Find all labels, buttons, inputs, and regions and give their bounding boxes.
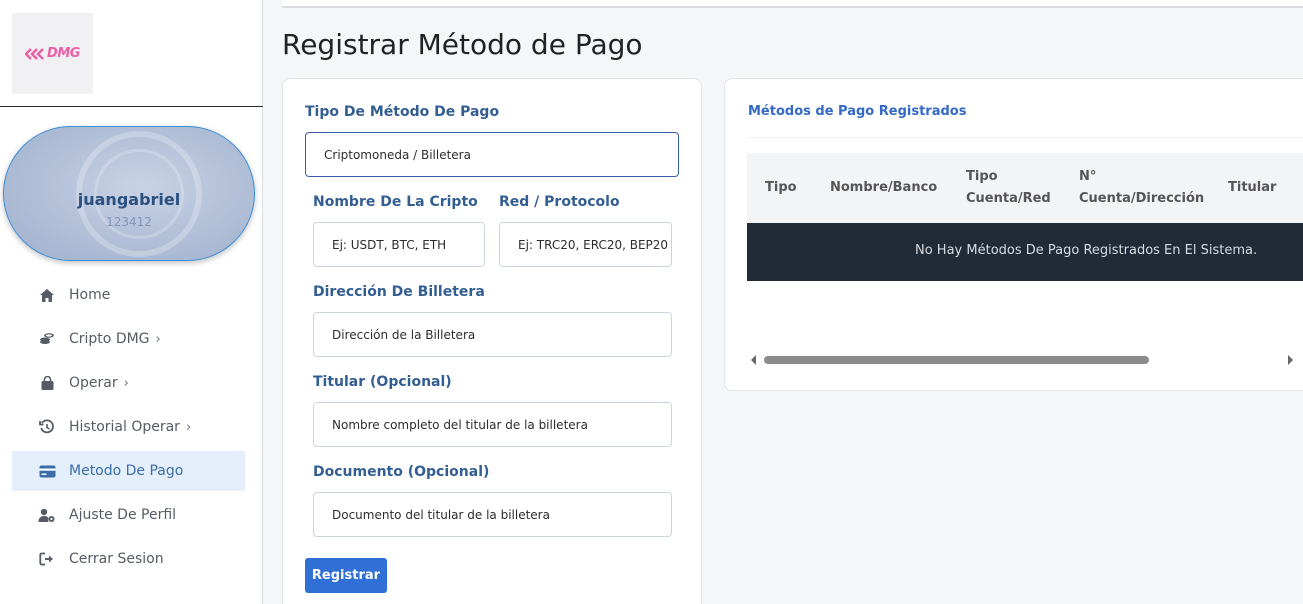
red-label: Red / Protocolo [499,194,620,210]
column-header-nombre-banco: Nombre/Banco [830,180,938,195]
home-icon [38,286,56,304]
top-bar [282,0,1303,8]
sidebar-item-label: Operar [69,375,118,391]
scroll-right-arrow-icon[interactable] [1288,355,1293,365]
logo-divider [0,106,263,107]
register-button[interactable]: Registrar [305,558,387,593]
tipo-select[interactable]: Criptomoneda / Billetera [305,132,679,177]
red-protocolo-input[interactable]: Ej: TRC20, ERC20, BEP20 [499,222,672,267]
chevron-right-icon: › [155,331,161,347]
sidebar-item-cerrar-sesion[interactable]: Cerrar Sesion [12,539,245,579]
titular-input[interactable]: Nombre completo del titular de la billet… [313,402,672,447]
page-title: Registrar Método de Pago [282,28,643,61]
documento-input[interactable]: Documento del titular de la billetera [313,492,672,537]
sidebar-item-home[interactable]: Home [12,275,245,315]
profile-username: juangabriel [77,190,181,209]
column-header-tipo-cuenta: Tipo Cuenta/Red [966,169,1051,206]
cripto-label: Nombre De La Cripto [313,194,478,210]
sidebar-item-label: Cerrar Sesion [69,551,164,567]
table-divider [747,137,1303,138]
sidebar-item-label: Historial Operar [69,419,180,435]
column-header-titular: Titular [1228,180,1277,195]
sign-out-icon [38,550,56,568]
history-icon [38,418,56,436]
horizontal-scrollbar[interactable] [747,352,1297,368]
sidebar-nav: Home Cripto DMG › Operar › Historial Ope… [12,275,245,583]
sidebar-item-metodo-de-pago[interactable]: Metodo De Pago [12,451,245,491]
sidebar-item-label: Cripto DMG [69,331,150,347]
titular-label: Titular (Opcional) [313,374,452,390]
sidebar-item-label: Ajuste De Perfil [69,507,177,523]
empty-message: No Hay Métodos De Pago Registrados En El… [915,243,1258,258]
profile-card: juangabriel 123412 [3,126,255,261]
credit-card-icon [38,462,56,480]
table-header: Tipo Nombre/Banco Tipo Cuenta/Red N° Cue… [747,153,1303,223]
table-empty-row: No Hay Métodos De Pago Registrados En El… [747,223,1303,281]
sidebar: DMG juangabriel 123412 Home Cripto DMG ›… [0,0,263,604]
user-gear-icon [38,506,56,524]
table-title: Métodos de Pago Registrados [748,104,967,119]
direccion-label: Dirección De Billetera [313,284,485,300]
documento-label: Documento (Opcional) [313,464,490,480]
sidebar-item-label: Home [69,287,111,303]
column-header-numero-cuenta: N° Cuenta/Dirección [1079,169,1205,206]
tipo-label: Tipo De Método De Pago [305,104,500,120]
logo-text: DMG [47,46,80,61]
sidebar-item-ajuste-de-perfil[interactable]: Ajuste De Perfil [12,495,245,535]
profile-user-id: 123412 [106,215,152,229]
logo-chevrons-icon [25,47,44,60]
sidebar-item-operar[interactable]: Operar › [12,363,245,403]
sidebar-item-historial-operar[interactable]: Historial Operar › [12,407,245,447]
scroll-thumb[interactable] [764,356,1149,364]
sidebar-item-label: Metodo De Pago [69,463,184,479]
column-header-tipo: Tipo [765,180,797,195]
sidebar-item-cripto-dmg[interactable]: Cripto DMG › [12,319,245,359]
coins-icon [38,330,56,348]
chevron-right-icon: › [123,375,129,391]
cripto-name-input[interactable]: Ej: USDT, BTC, ETH [313,222,485,267]
bag-icon [38,374,56,392]
brand-logo[interactable]: DMG [12,13,93,94]
scroll-left-arrow-icon[interactable] [751,355,756,365]
wallet-address-input[interactable]: Dirección de la Billetera [313,312,672,357]
chevron-right-icon: › [185,419,192,435]
